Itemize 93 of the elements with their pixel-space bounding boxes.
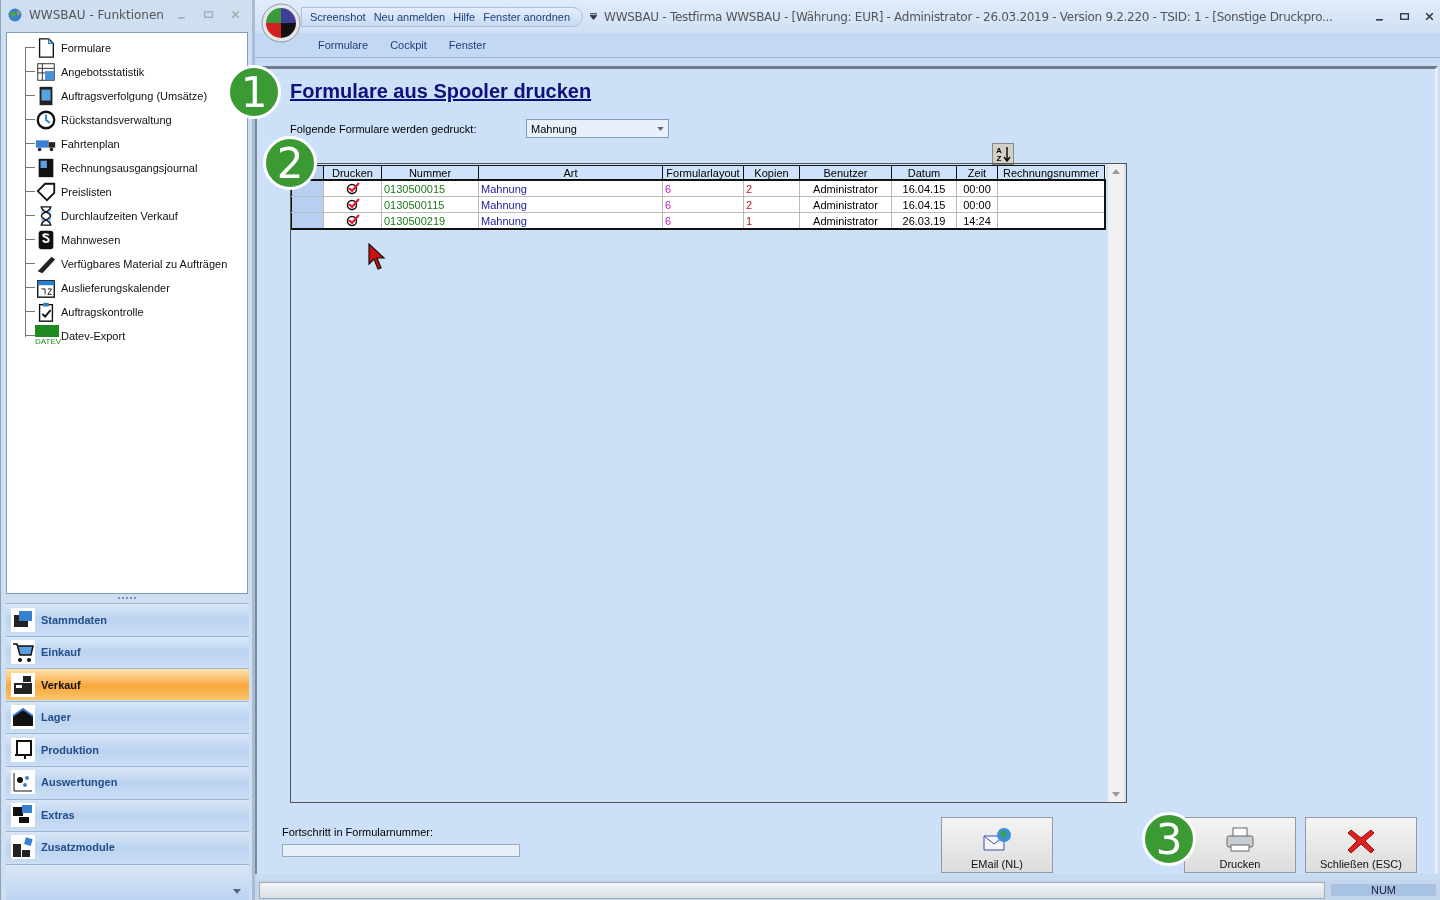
cart-icon: [11, 640, 35, 665]
cursor-icon: [368, 243, 386, 271]
tree-item[interactable]: Auslieferungskalender: [7, 275, 170, 300]
tree-item[interactable]: Auftragskontrolle: [7, 299, 144, 324]
tree-item[interactable]: Fahrtenplan: [7, 131, 120, 156]
column-header[interactable]: Zeit: [956, 165, 998, 180]
table-cell: Administrator: [799, 212, 892, 229]
toolbar-button[interactable]: Hilfe: [453, 10, 476, 23]
register-icon: [11, 672, 35, 697]
tree-item[interactable]: Angebotsstatistik: [7, 59, 145, 84]
toolbar-button[interactable]: Neu anmelden: [373, 10, 446, 23]
progress-label: Fortschritt in Formularnummer:: [282, 826, 434, 838]
checkmark-icon[interactable]: [345, 198, 360, 212]
tree-item[interactable]: Durchlaufzeiten Verkauf: [7, 203, 178, 228]
table-cell: 0130500115: [381, 196, 479, 213]
column-header[interactable]: Art: [478, 165, 663, 180]
table-cell: Mahnung: [478, 212, 663, 229]
print-button[interactable]: Drucken: [1184, 817, 1296, 873]
envelope-globe-icon: [981, 826, 1013, 854]
table-cell: 6: [662, 212, 744, 229]
table-cell: 0130500015: [381, 180, 479, 197]
table-cell: 2: [743, 196, 800, 213]
nav-item[interactable]: Einkauf: [6, 635, 249, 668]
table-cell: 1: [743, 212, 800, 229]
column-header[interactable]: Formularlayout: [662, 165, 744, 180]
checkmark-icon[interactable]: [345, 182, 360, 196]
table-cell: 00:00: [956, 180, 998, 197]
column-header[interactable]: Nummer: [381, 165, 479, 180]
table-cell: Administrator: [799, 196, 892, 213]
caret-icon[interactable]: [590, 13, 598, 20]
callout-badge: 2: [263, 136, 317, 190]
form-heading: Formulare aus Spooler drucken: [290, 80, 593, 103]
table-cell: 26.03.19: [891, 212, 957, 229]
nav-item[interactable]: Lager: [6, 700, 249, 733]
table-cell: 2: [743, 180, 800, 197]
table-cell: 00:00: [956, 196, 998, 213]
splitter-grip[interactable]: [117, 597, 136, 600]
table-cell: 0130500219: [381, 212, 479, 229]
column-header[interactable]: Datum: [891, 165, 957, 180]
house-icon: [11, 705, 35, 730]
blocks-icon: [11, 835, 35, 860]
sort-button[interactable]: A Z: [992, 143, 1014, 165]
column-header[interactable]: Rechnungsnummer: [997, 165, 1105, 180]
table-cell: 16.04.15: [891, 180, 957, 197]
column-header[interactable]: Benutzer: [799, 165, 892, 180]
filter-label: Folgende Formulare werden gedruckt:: [290, 122, 478, 135]
table-cell: 6: [662, 196, 744, 213]
ribbon-tab[interactable]: Cockpit: [379, 39, 438, 51]
column-header[interactable]: Drucken: [323, 165, 382, 180]
scatter-icon: [11, 770, 35, 795]
window-title: WWSBAU - Funktionen: [29, 7, 165, 22]
clock-icon: [35, 108, 57, 131]
ribbon-tab[interactable]: Fenster: [437, 39, 498, 51]
globe-icon: [7, 6, 23, 23]
nav-item[interactable]: Produktion: [6, 733, 249, 765]
callout-badge: 1: [227, 65, 281, 119]
nav-item[interactable]: Auswertungen: [6, 766, 249, 798]
toolbar-button[interactable]: Screenshot: [310, 10, 366, 23]
table-cell: Mahnung: [478, 180, 663, 197]
table-cell: 16.04.15: [891, 196, 957, 213]
close-button[interactable]: [1424, 11, 1435, 22]
app-menu-button[interactable]: [261, 2, 301, 43]
email-button[interactable]: EMail (NL): [941, 817, 1053, 873]
caret-icon: [657, 126, 664, 131]
table-cell: Mahnung: [478, 196, 663, 213]
maximize-button[interactable]: [1399, 11, 1410, 22]
column-header[interactable]: Kopien: [743, 165, 800, 180]
tree-item[interactable]: Preislisten: [7, 179, 112, 204]
nav-item[interactable]: Extras: [6, 798, 249, 830]
form-type-dropdown[interactable]: Mahnung: [526, 119, 669, 138]
tree-item[interactable]: Verfügbares Material zu Aufträgen: [7, 251, 228, 276]
callout-badge: 3: [1142, 812, 1196, 866]
checkmark-icon[interactable]: [345, 214, 360, 228]
ribbon-tab[interactable]: Formulare: [307, 39, 380, 51]
tree-item[interactable]: Auftragsverfolgung (Umsätze): [7, 83, 208, 108]
toolbar-button[interactable]: Fenster anordnen: [483, 10, 571, 23]
tag-icon: [35, 180, 57, 203]
tree-item[interactable]: Rechnungsausgangsjournal: [7, 155, 198, 180]
tree-item[interactable]: Rückstandsverwaltung: [7, 107, 172, 132]
table-cell: 14:24: [956, 212, 998, 229]
num-lock-indicator: NUM: [1331, 884, 1436, 896]
window-title: WWSBAU - Testfirma WWSBAU - [Währung: EUR] - Administrator - 26.03.2019 - Version 9.2.220 - TSID: 1 - [Sonstige Druckpro...: [604, 9, 1334, 24]
cards-icon: [11, 607, 35, 632]
tree-item[interactable]: Formulare: [7, 35, 112, 60]
grid-icon: [35, 60, 57, 83]
printer-icon: [1224, 826, 1256, 854]
nav-item[interactable]: Zusatzmodule: [6, 831, 249, 863]
nav-item[interactable]: Verkauf: [6, 668, 249, 700]
nav-item[interactable]: Stammdaten: [6, 603, 249, 635]
table-cell: Administrator: [799, 180, 892, 197]
table-cell: 6: [662, 180, 744, 197]
close-button[interactable]: Schließen (ESC): [1305, 817, 1417, 873]
tree-item[interactable]: Mahnwesen: [7, 227, 121, 252]
